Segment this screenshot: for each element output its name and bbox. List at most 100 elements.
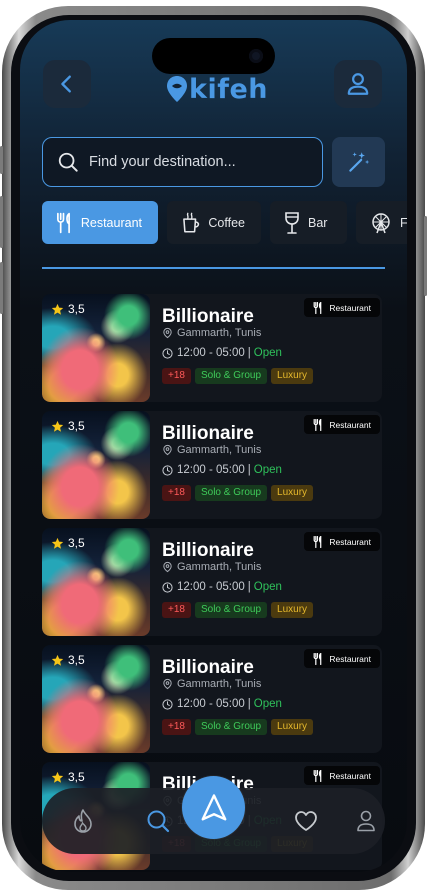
hours-text: 12:00 - 05:00 [177,464,245,476]
star-icon [51,771,64,783]
fork-knife-icon [313,652,322,665]
profile-button[interactable] [334,60,382,108]
clock-icon [162,464,173,476]
user-icon [347,73,369,95]
place-card[interactable]: 3,5 Billionaire Gammarth, Tunis 12:00 - … [42,294,382,402]
rating: 3,5 [51,419,85,433]
tag-group: Solo & Group [194,485,268,501]
tag-age: +18 [162,368,191,384]
place-name: Billionaire [162,657,254,678]
place-card[interactable]: 3,5 Billionaire Gammarth, Tunis 12:00 - … [42,411,382,519]
place-card[interactable]: 3,5 Billionaire Gammarth, Tunis 12:00 - … [42,645,382,753]
rating: 3,5 [51,536,85,550]
place-tags: +18 Solo & Group Luxury [162,602,314,618]
place-location: Gammarth, Tunis [162,327,261,339]
divider [42,267,385,269]
star-icon [51,420,64,432]
search-input[interactable] [89,154,289,170]
star-icon [51,537,64,549]
category-fair[interactable]: Fe [356,201,407,244]
category-badge-label: Restaurant [329,770,371,781]
navigate-button[interactable] [182,776,245,839]
user-icon [357,810,375,832]
hours-text: 12:00 - 05:00 [177,698,245,710]
tag-luxury: Luxury [271,602,314,618]
category-badge: Restaurant [304,298,380,317]
open-status: Open [253,347,282,359]
place-name: Billionaire [162,306,254,327]
place-tags: +18 Solo & Group Luxury [162,485,314,501]
tag-age: +18 [162,602,191,618]
category-label: Fe [400,215,407,230]
nav-trending[interactable] [70,808,96,834]
navigate-icon [201,793,226,820]
coffee-cup-icon [183,212,200,233]
place-name: Billionaire [162,423,254,444]
search-icon [58,152,78,172]
rating-value: 3,5 [68,302,85,316]
rating: 3,5 [51,653,85,667]
volume-down-button [0,262,3,314]
tag-age: +18 [162,485,191,501]
fork-knife-icon [57,212,70,233]
category-badge: Restaurant [304,649,380,668]
nav-profile[interactable] [353,808,379,834]
action-button [0,146,3,174]
back-button[interactable] [43,60,91,108]
category-coffee[interactable]: Coffee [167,201,261,244]
tag-group: Solo & Group [194,602,268,618]
ferris-wheel-icon [372,212,390,233]
category-restaurant[interactable]: Restaurant [42,201,158,244]
location-pin-icon [163,327,172,339]
tag-luxury: Luxury [271,719,314,735]
star-icon [51,654,64,666]
tag-luxury: Luxury [271,368,314,384]
category-badge-label: Restaurant [329,536,371,547]
nav-favorites[interactable] [293,808,319,834]
heart-icon [295,811,317,831]
open-status: Open [253,581,282,593]
opening-hours: 12:00 - 05:00 | Open [162,581,282,593]
open-status: Open [253,698,282,710]
camera-icon [249,49,263,63]
category-badge-label: Restaurant [329,302,371,313]
tag-age: +18 [162,719,191,735]
tag-group: Solo & Group [194,368,268,384]
category-badge: Restaurant [304,532,380,551]
category-bar[interactable]: Bar [270,201,347,244]
tag-luxury: Luxury [271,485,314,501]
category-badge: Restaurant [304,766,380,785]
fork-knife-icon [313,301,322,314]
clock-icon [162,347,173,359]
place-name: Billionaire [162,540,254,561]
separator: | [247,698,251,710]
wine-glass-icon [285,211,299,234]
place-tags: +18 Solo & Group Luxury [162,368,314,384]
place-photo: 3,5 [42,645,150,753]
place-card[interactable]: 3,5 Billionaire Gammarth, Tunis 12:00 - … [42,528,382,636]
place-photo: 3,5 [42,294,150,402]
place-location: Gammarth, Tunis [162,561,261,573]
place-photo: 3,5 [42,411,150,519]
fork-knife-icon [313,418,322,431]
chevron-left-icon [61,75,71,93]
opening-hours: 12:00 - 05:00 | Open [162,347,282,359]
place-tags: +18 Solo & Group Luxury [162,719,314,735]
search-icon [147,810,170,833]
location-text: Gammarth, Tunis [177,561,262,573]
rating-value: 3,5 [68,419,85,433]
volume-up-button [0,196,3,248]
magic-search-button[interactable] [332,137,385,187]
place-location: Gammarth, Tunis [162,678,261,690]
nav-search[interactable] [145,808,171,834]
rating: 3,5 [51,770,85,784]
rating: 3,5 [51,302,85,316]
search-bar[interactable] [42,137,323,187]
location-pin-icon [163,561,172,573]
location-text: Gammarth, Tunis [177,327,262,339]
separator: | [247,464,251,476]
rating-value: 3,5 [68,770,85,784]
flame-icon [74,809,92,833]
category-label: Coffee [208,215,245,230]
rating-value: 3,5 [68,536,85,550]
